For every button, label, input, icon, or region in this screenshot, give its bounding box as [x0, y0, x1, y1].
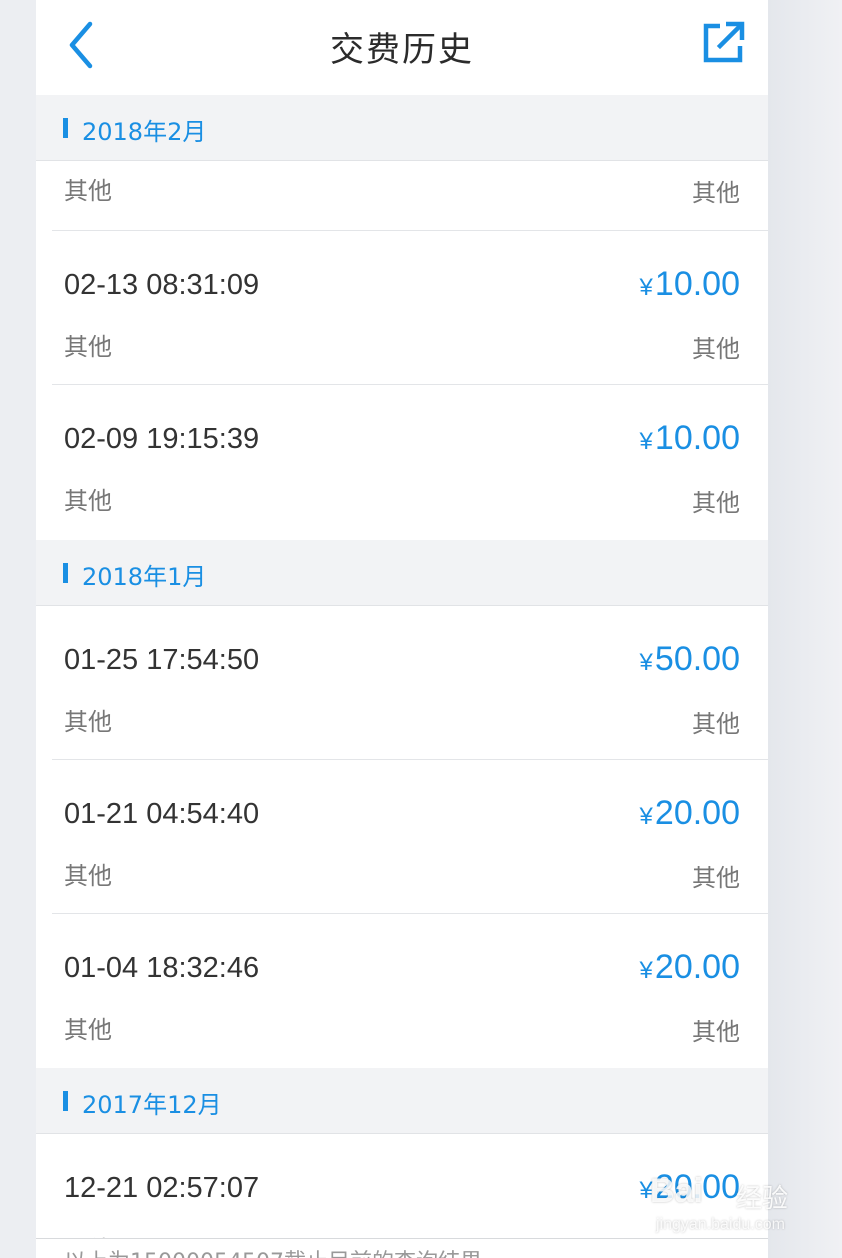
amount-value: 10.00 — [654, 265, 740, 303]
payment-time: 12-21 02:57:07 — [64, 1172, 260, 1204]
currency-symbol: ¥ — [639, 649, 653, 676]
top-bar: 交费历史 — [36, 0, 768, 94]
payment-type: 其他 — [64, 1230, 112, 1238]
list-item[interactable]: 02-09 19:15:39 ¥10.00 其他 其他 — [36, 385, 768, 539]
section-header: 2017年12月 — [36, 1068, 768, 1134]
section-marker — [63, 118, 68, 138]
app-screen: 交费历史 2018年2月 其他 其他 02-13 08:31:09 ¥10.00… — [36, 0, 768, 1258]
payment-type: 其他 — [64, 177, 112, 205]
currency-symbol: ¥ — [639, 803, 653, 830]
share-button[interactable] — [700, 20, 746, 66]
amount-value: 20.00 — [654, 948, 740, 986]
payment-time: 02-13 08:31:09 — [64, 269, 260, 301]
list-item[interactable]: 02-13 08:31:09 ¥10.00 其他 其他 — [36, 231, 768, 385]
payment-channel: 其他 — [692, 710, 740, 738]
payment-channel: 其他 — [692, 489, 740, 517]
payment-type: 其他 — [64, 333, 112, 361]
payment-amount: ¥10.00 — [640, 419, 740, 458]
payment-type: 其他 — [64, 1016, 112, 1044]
payment-time: 01-25 17:54:50 — [64, 644, 260, 676]
payment-amount: ¥20.00 — [640, 1168, 740, 1207]
footer-note: 以上为15000054507截止目前的查询结果 — [64, 1244, 482, 1258]
payment-type: 其他 — [64, 708, 112, 736]
payment-amount: ¥20.00 — [640, 948, 740, 987]
payment-type: 其他 — [64, 862, 112, 890]
payment-channel: 其他 — [692, 1018, 740, 1046]
payment-amount: ¥10.00 — [640, 265, 740, 304]
section-title: 2018年1月 — [82, 563, 207, 591]
section-header: 2018年1月 — [36, 540, 768, 606]
amount-value: 20.00 — [654, 794, 740, 832]
list-item[interactable]: 其他 其他 — [36, 161, 768, 231]
amount-value: 20.00 — [654, 1168, 740, 1206]
section-header: 2018年2月 — [36, 95, 768, 161]
payment-channel: 其他 — [692, 864, 740, 892]
page-title: 交费历史 — [330, 30, 474, 70]
section-marker — [63, 563, 68, 583]
list-item[interactable]: 01-25 17:54:50 ¥50.00 其他 其他 — [36, 606, 768, 760]
amount-value: 50.00 — [654, 640, 740, 678]
list-item[interactable]: 12-21 02:57:07 ¥20.00 其他 其他 — [36, 1134, 768, 1238]
payment-time: 01-21 04:54:40 — [64, 798, 260, 830]
payment-channel: 其他 — [692, 335, 740, 363]
section-title: 2018年2月 — [82, 118, 207, 146]
currency-symbol: ¥ — [639, 1177, 653, 1204]
payment-amount: ¥50.00 — [640, 640, 740, 679]
footer-divider — [36, 1238, 768, 1239]
currency-symbol: ¥ — [639, 274, 653, 301]
share-external-icon — [703, 21, 745, 63]
amount-value: 10.00 — [654, 419, 740, 457]
section-title: 2017年12月 — [82, 1091, 222, 1119]
list-item[interactable]: 01-21 04:54:40 ¥20.00 其他 其他 — [36, 760, 768, 914]
currency-symbol: ¥ — [639, 957, 653, 984]
list-item[interactable]: 01-04 18:32:46 ¥20.00 其他 其他 — [36, 914, 768, 1068]
currency-symbol: ¥ — [639, 428, 653, 455]
section-marker — [63, 1091, 68, 1111]
payment-channel: 其他 — [692, 179, 740, 207]
payment-type: 其他 — [64, 487, 112, 515]
payment-amount: ¥20.00 — [640, 794, 740, 833]
payment-time: 01-04 18:32:46 — [64, 952, 260, 984]
payment-time: 02-09 19:15:39 — [64, 423, 260, 455]
